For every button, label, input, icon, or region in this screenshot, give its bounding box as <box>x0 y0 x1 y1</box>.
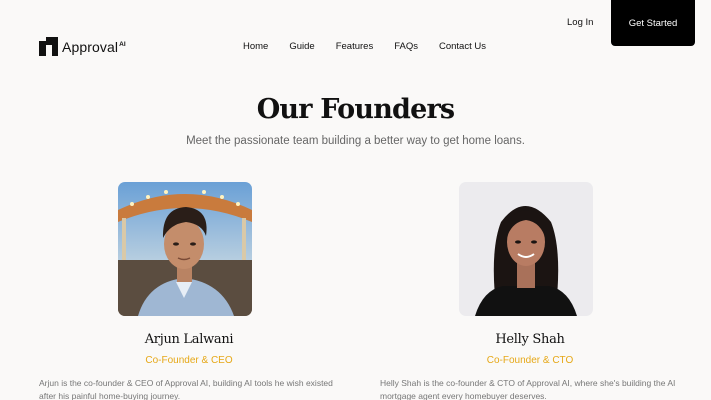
founder-role: Co-Founder & CEO <box>145 355 233 366</box>
page: Log In Get Started ApprovalAI Home Guide… <box>0 0 711 400</box>
logo[interactable]: ApprovalAI <box>39 37 126 56</box>
founder-name: Arjun Lalwani <box>144 332 234 347</box>
logo-wordmark: Approval <box>62 38 119 55</box>
founder-photo <box>459 182 593 316</box>
nav-features[interactable]: Features <box>336 41 374 52</box>
founder-card: Arjun Lalwani Co-Founder & CEO Arjun is … <box>39 182 339 400</box>
nav-guide[interactable]: Guide <box>289 41 314 52</box>
login-link[interactable]: Log In <box>567 17 593 28</box>
founder-bio: Arjun is the co-founder & CEO of Approva… <box>39 378 333 400</box>
page-title: Our Founders <box>256 94 455 125</box>
founder-photo <box>118 182 252 316</box>
page-subtitle: Meet the passionate team building a bett… <box>186 135 525 147</box>
nav-contact-us[interactable]: Contact Us <box>439 41 486 52</box>
nav-home[interactable]: Home <box>243 41 268 52</box>
get-started-button[interactable]: Get Started <box>611 0 695 46</box>
founder-name: Helly Shah <box>495 332 565 347</box>
main-nav: Home Guide Features FAQs Contact Us <box>243 41 507 52</box>
nav-faqs[interactable]: FAQs <box>394 41 418 52</box>
logo-mark-icon <box>39 37 58 56</box>
logo-superscript: AI <box>119 40 126 48</box>
founder-bio: Helly Shah is the co-founder & CTO of Ap… <box>380 378 676 400</box>
founder-card: Helly Shah Co-Founder & CTO Helly Shah i… <box>380 182 680 400</box>
logo-text: ApprovalAI <box>62 39 126 55</box>
founder-role: Co-Founder & CTO <box>486 355 574 366</box>
